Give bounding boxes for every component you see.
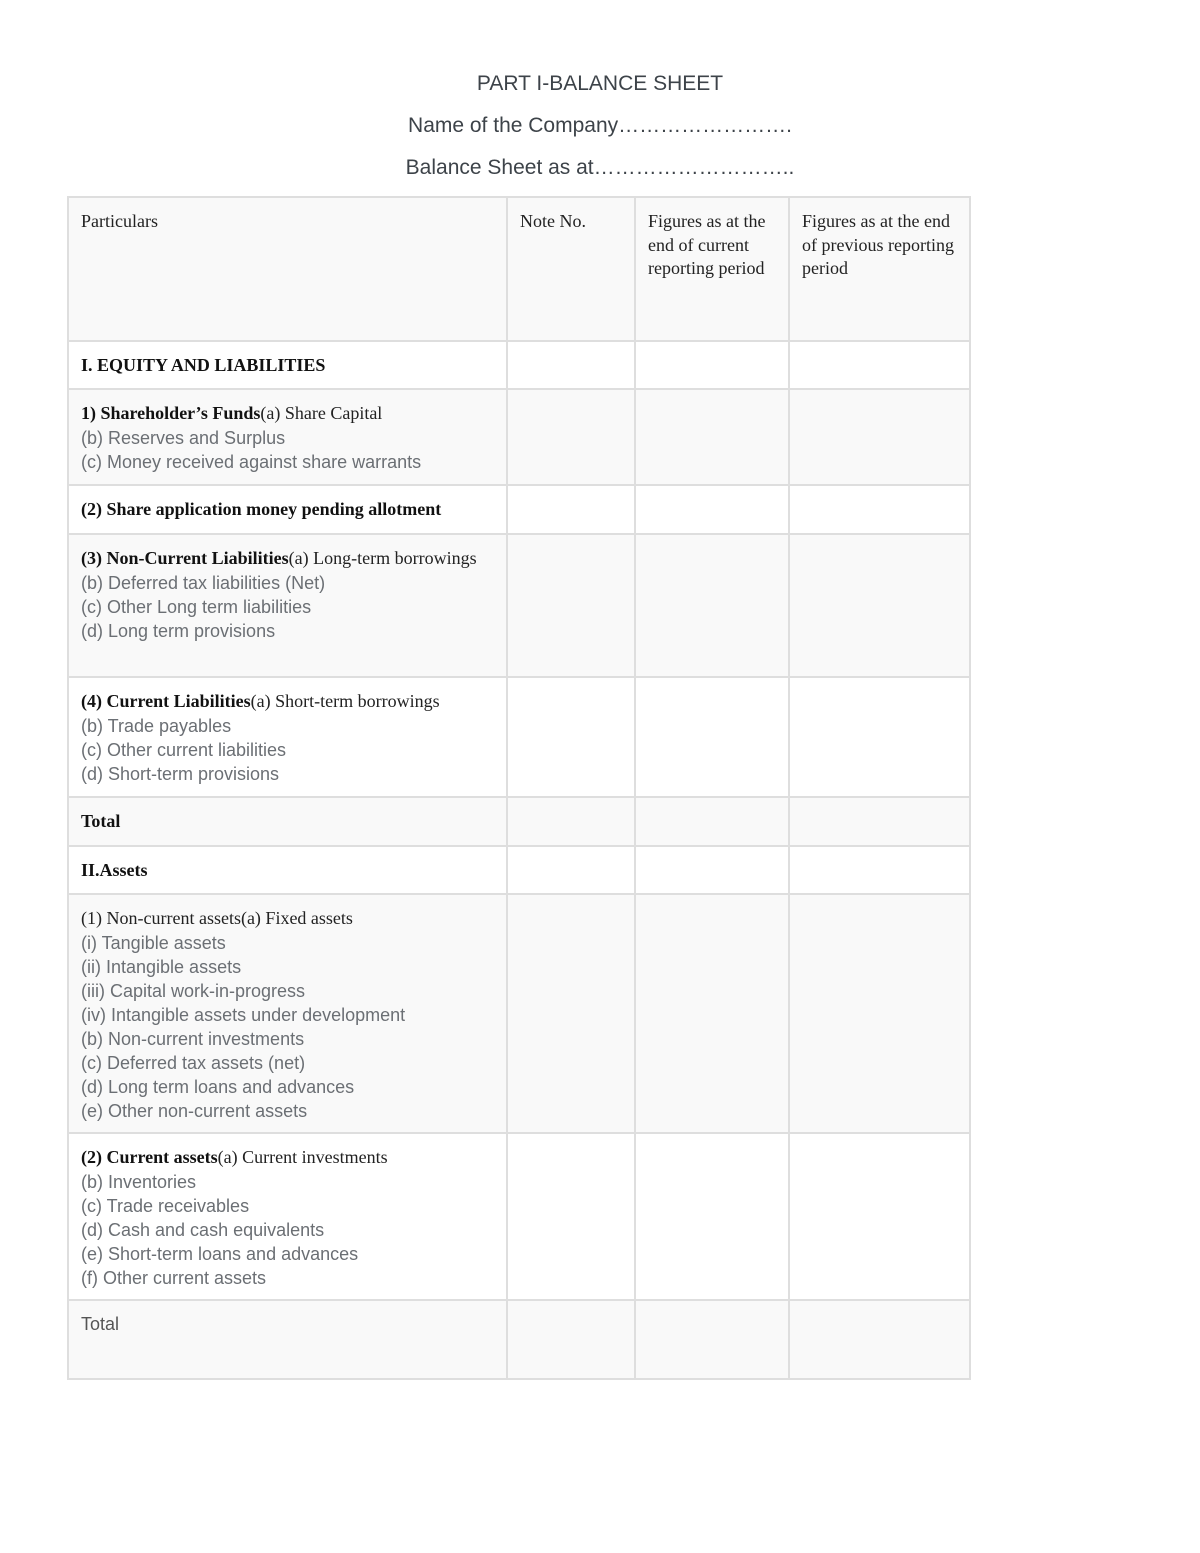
row-sub-item: (b) Non-current investments [81,1028,305,1049]
particulars-cell: I. EQUITY AND LIABILITIES [67,340,508,390]
current-period-cell[interactable] [634,484,790,535]
column-header-particulars: Particulars [67,196,508,342]
row-non-current-liabilities: (3) Non-Current Liabilities(a) Long-term… [67,533,971,678]
column-header-previous-period: Figures as at the end of previous report… [788,196,971,342]
row-heading: I. EQUITY AND LIABILITIES [81,355,326,375]
row-sub-item: (b) Trade payables [81,715,232,736]
row-sub-item: (c) Deferred tax assets (net) [81,1052,306,1073]
column-header-current-period: Figures as at the end of current reporti… [634,196,790,342]
note-no-cell[interactable] [506,484,636,535]
document-title: PART I-BALANCE SHEET [476,72,724,95]
note-no-cell[interactable] [506,893,636,1134]
row-sub-item: (i) Tangible assets [81,932,226,953]
section-equity-liabilities: I. EQUITY AND LIABILITIES [67,340,971,390]
row-lead-item: (a) Share Capital [260,403,383,423]
row-heading: 1) Shareholder’s Funds [81,403,261,423]
row-sub-item: (ii) Intangible assets [81,956,242,977]
row-heading: (1) Non-current assets [81,908,241,928]
current-period-cell[interactable] [634,1132,790,1301]
note-no-cell[interactable] [506,1132,636,1301]
row-heading: (2) Current assets [81,1147,218,1167]
particulars-cell: Total [67,1299,508,1380]
current-period-cell[interactable] [634,340,790,390]
row-sub-item: (e) Short-term loans and advances [81,1243,359,1264]
row-sub-item: (e) Other non-current assets [81,1100,308,1121]
balance-sheet-table: Particulars Note No. Figures as at the e… [67,196,971,1380]
previous-period-cell[interactable] [788,340,971,390]
particulars-cell: (4) Current Liabilities(a) Short-term bo… [67,676,508,798]
note-no-cell[interactable] [506,1299,636,1380]
row-sub-item: (d) Cash and cash equivalents [81,1219,325,1240]
previous-period-cell[interactable] [788,388,971,486]
previous-period-cell[interactable] [788,1132,971,1301]
table-header-row: Particulars Note No. Figures as at the e… [67,196,971,342]
row-sub-item: (f) Other current assets [81,1267,267,1288]
row-heading: (3) Non-Current Liabilities [81,548,289,568]
row-total-liabilities: Total [67,796,971,847]
previous-period-cell[interactable] [788,845,971,895]
row-total-assets: Total [67,1299,971,1380]
row-heading: (4) Current Liabilities [81,691,251,711]
current-period-cell[interactable] [634,388,790,486]
row-sub-item: (c) Other Long term liabilities [81,596,312,617]
note-no-cell[interactable] [506,388,636,486]
row-sub-item: (b) Deferred tax liabilities (Net) [81,572,326,593]
note-no-cell[interactable] [506,340,636,390]
particulars-cell: 1) Shareholder’s Funds(a) Share Capital (… [67,388,508,486]
particulars-cell: Total [67,796,508,847]
row-sub-item: (b) Inventories [81,1171,197,1192]
current-period-cell[interactable] [634,845,790,895]
row-lead-item: (a) Short-term borrowings [250,691,440,711]
particulars-cell: (2) Share application money pending allo… [67,484,508,535]
previous-period-cell[interactable] [788,893,971,1134]
row-sub-item: (c) Money received against share warrant… [81,451,422,472]
particulars-cell: (2) Current assets(a) Current investment… [67,1132,508,1301]
current-period-cell[interactable] [634,1299,790,1380]
row-sub-item: (iv) Intangible assets under development [81,1004,406,1025]
row-non-current-assets: (1) Non-current assets(a) Fixed assets (i… [67,893,971,1134]
row-heading: (2) Share application money pending allo… [81,499,442,519]
company-name-line: Name of the Company……………………. [408,114,792,137]
previous-period-cell[interactable] [788,484,971,535]
row-current-assets: (2) Current assets(a) Current investment… [67,1132,971,1301]
current-period-cell[interactable] [634,796,790,847]
row-sub-item: (iii) Capital work-in-progress [81,980,306,1001]
section-assets: II.Assets [67,845,971,895]
note-no-cell[interactable] [506,533,636,678]
row-share-application-money: (2) Share application money pending allo… [67,484,971,535]
row-sub-item: (d) Long term provisions [81,620,276,641]
previous-period-cell[interactable] [788,533,971,678]
balance-sheet-date-line: Balance Sheet as at……………………….. [405,156,795,179]
particulars-cell: II.Assets [67,845,508,895]
current-period-cell[interactable] [634,893,790,1134]
particulars-cell: (1) Non-current assets(a) Fixed assets (i… [67,893,508,1134]
row-sub-item: (d) Long term loans and advances [81,1076,355,1097]
row-sub-item: (d) Short-term provisions [81,763,280,784]
row-lead-item: (a) Fixed assets [240,908,353,928]
row-sub-item: (c) Trade receivables [81,1195,250,1216]
current-period-cell[interactable] [634,676,790,798]
row-shareholders-funds: 1) Shareholder’s Funds(a) Share Capital (… [67,388,971,486]
previous-period-cell[interactable] [788,676,971,798]
current-period-cell[interactable] [634,533,790,678]
previous-period-cell[interactable] [788,1299,971,1380]
note-no-cell[interactable] [506,845,636,895]
particulars-cell: (3) Non-Current Liabilities(a) Long-term… [67,533,508,678]
note-no-cell[interactable] [506,676,636,798]
row-current-liabilities: (4) Current Liabilities(a) Short-term bo… [67,676,971,798]
row-lead-item: (a) Long-term borrowings [288,548,477,568]
row-sub-item: (b) Reserves and Surplus [81,427,286,448]
row-heading: Total [81,811,121,831]
note-no-cell[interactable] [506,796,636,847]
column-header-note-no: Note No. [506,196,636,342]
row-sub-item: (c) Other current liabilities [81,739,287,760]
previous-period-cell[interactable] [788,796,971,847]
row-heading: II.Assets [81,860,148,880]
row-heading: Total [81,1314,120,1334]
row-lead-item: (a) Current investments [217,1147,388,1167]
